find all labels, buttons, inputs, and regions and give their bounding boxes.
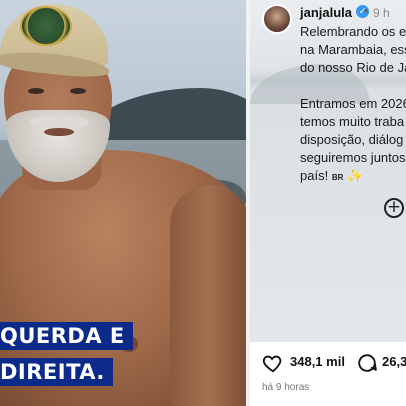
caption-text-pais: país! (300, 168, 329, 183)
caption-text-line: Relembrando os e (300, 24, 406, 39)
caption-text-last-line: país! BR ✨ (300, 168, 363, 186)
caption-line-1: QUERDA E (0, 322, 133, 350)
right-eye (70, 88, 86, 94)
caption-text-line: Entramos em 2026 (300, 96, 406, 111)
comments-count[interactable]: 26,3 (382, 354, 406, 369)
caption-text-line: do nosso Rio de Ja (300, 60, 406, 75)
posted-ago: há 9 horas (262, 382, 310, 393)
likes-count[interactable]: 348,1 mil (290, 354, 345, 369)
post-time: 9 h (373, 6, 390, 20)
caption-text-line: na Marambaia, ess (300, 42, 406, 57)
flag-emoji: BR (331, 173, 344, 182)
separator-dot: • (364, 3, 369, 18)
add-icon[interactable]: + (384, 198, 404, 218)
caption-text-line: temos muito traba (300, 114, 405, 129)
post-photo-left: QUERDA E DIREITA. (0, 0, 246, 406)
caption-text-line: disposição, diálog (300, 132, 404, 147)
avatar[interactable] (262, 4, 292, 34)
left-eye (28, 88, 44, 94)
heart-icon[interactable] (262, 352, 284, 374)
arm (170, 185, 246, 406)
sparkles-icon: ✨ (347, 168, 364, 183)
comment-icon[interactable] (356, 352, 378, 374)
cap-badge (20, 6, 72, 46)
caption-line-2: DIREITA. (0, 358, 113, 386)
mouth (44, 128, 74, 136)
caption-text-line: seguiremos juntos (300, 150, 406, 165)
username[interactable]: janjalula (300, 5, 352, 20)
post-header (262, 4, 292, 34)
